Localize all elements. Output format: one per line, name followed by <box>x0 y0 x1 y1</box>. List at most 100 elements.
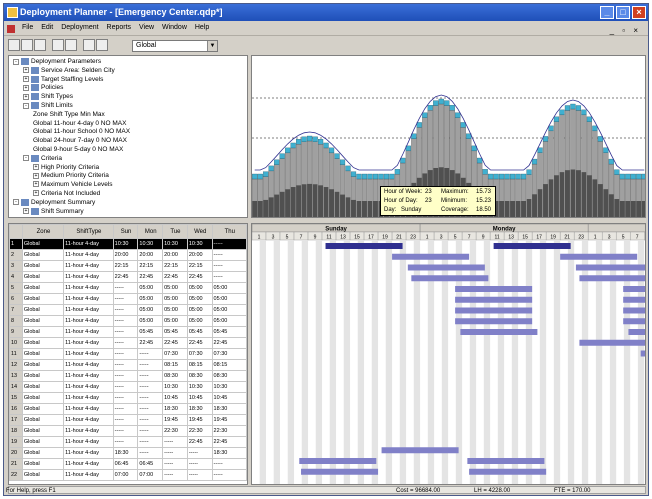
table-cell[interactable]: Global <box>21 447 65 459</box>
expand-toggle-icon[interactable]: + <box>33 163 39 170</box>
chevron-down-icon[interactable]: ▼ <box>207 41 217 51</box>
table-cell[interactable]: Global <box>21 425 65 437</box>
table-cell[interactable]: 14 <box>9 381 23 393</box>
expand-toggle-icon[interactable]: + <box>33 181 39 188</box>
table-cell[interactable]: 12 <box>9 359 23 371</box>
table-cell[interactable]: 05:00 <box>211 315 247 327</box>
table-cell[interactable]: ----- <box>137 348 164 360</box>
table-cell[interactable]: 11-hour 4-day <box>63 315 114 327</box>
table-row[interactable]: 12 Global 11-hour 4-day ----- ----- 08:15 08:1… <box>9 359 247 371</box>
shift-table[interactable]: Zone ShiftType Sun Mon Tue Wed Thu 1 Global 11-h… <box>8 223 248 485</box>
table-cell[interactable]: 20:00 <box>162 249 188 261</box>
table-row[interactable]: 7 Global 11-hour 4-day ----- 05:00 05:00 05:00… <box>9 304 247 316</box>
table-row[interactable]: 5 Global 11-hour 4-day ----- 05:00 05:00 05:00… <box>9 282 247 294</box>
table-cell[interactable]: 08:15 <box>186 359 213 371</box>
shift-bar[interactable] <box>640 350 646 357</box>
table-cell[interactable]: 20:00 <box>186 249 213 261</box>
mdi-controls[interactable]: _ ▫ × <box>607 24 644 37</box>
table-cell[interactable]: 10:30 <box>162 238 188 250</box>
table-cell[interactable]: 08:15 <box>162 359 188 371</box>
table-cell[interactable]: 11-hour 4-day <box>63 337 114 349</box>
table-cell[interactable]: ----- <box>112 392 139 404</box>
table-row[interactable]: 6 Global 11-hour 4-day ----- 05:00 05:00 05:00… <box>9 293 247 305</box>
table-cell[interactable]: ----- <box>162 447 188 459</box>
table-cell[interactable]: 11-hour 4-day <box>63 282 114 294</box>
table-cell[interactable]: 22:15 <box>112 260 139 272</box>
table-cell[interactable]: 7 <box>9 304 23 316</box>
menu-reports[interactable]: Reports <box>104 22 135 33</box>
help-icon[interactable] <box>83 39 95 51</box>
shift-bar[interactable] <box>392 253 470 260</box>
maximize-button[interactable]: □ <box>616 6 630 19</box>
table-cell[interactable]: 11-hour 4-day <box>63 370 114 382</box>
table-cell[interactable]: 22 <box>9 469 23 481</box>
table-cell[interactable]: 20:00 <box>137 249 164 261</box>
table-row[interactable]: 3 Global 11-hour 4-day 22:15 22:15 22:15 22:15… <box>9 260 247 272</box>
table-cell[interactable]: 10 <box>9 337 23 349</box>
table-cell[interactable]: Global <box>21 403 65 415</box>
column-header[interactable]: Tue <box>162 224 188 239</box>
table-row[interactable]: 4 Global 11-hour 4-day 22:45 22:45 22:45 22:45… <box>9 271 247 283</box>
table-cell[interactable]: 22:15 <box>137 260 164 272</box>
table-cell[interactable]: Global <box>21 436 65 448</box>
expand-toggle-icon[interactable]: + <box>33 172 39 179</box>
table-cell[interactable]: ----- <box>162 436 188 448</box>
shift-bar[interactable] <box>381 447 459 454</box>
table-cell[interactable]: 22:45 <box>162 271 188 283</box>
shift-bar[interactable] <box>455 286 533 292</box>
table-cell[interactable]: 05:00 <box>162 304 188 316</box>
tree-item[interactable]: + Policies <box>23 84 63 92</box>
expand-toggle-icon[interactable]: - <box>23 155 29 162</box>
zone-select[interactable]: Global ▼ <box>132 40 218 52</box>
shift-bar[interactable] <box>455 307 533 314</box>
table-row[interactable]: 15 Global 11-hour 4-day ----- ----- 10:45 10:4… <box>9 392 247 404</box>
table-cell[interactable]: Global <box>21 348 65 360</box>
table-cell[interactable]: ----- <box>137 414 164 426</box>
open-icon[interactable] <box>21 39 33 51</box>
table-row[interactable]: 13 Global 11-hour 4-day ----- ----- 08:30 08:3… <box>9 370 247 382</box>
table-cell[interactable]: 22:45 <box>186 337 213 349</box>
shift-bar[interactable] <box>455 318 533 325</box>
table-cell[interactable]: Global <box>21 469 65 481</box>
table-cell[interactable]: 22:15 <box>162 260 188 272</box>
table-cell[interactable]: 11-hour 4-day <box>63 293 114 305</box>
table-row[interactable]: 10 Global 11-hour 4-day ----- 22:45 22:45 22:4… <box>9 337 247 349</box>
table-cell[interactable]: 9 <box>9 326 23 338</box>
table-cell[interactable]: ----- <box>211 238 247 250</box>
expand-toggle-icon[interactable]: - <box>23 102 29 109</box>
table-cell[interactable]: ----- <box>211 458 247 470</box>
table-cell[interactable]: ----- <box>186 447 213 459</box>
table-cell[interactable]: 19 <box>9 436 23 448</box>
table-cell[interactable]: 22:45 <box>137 271 164 283</box>
table-row[interactable]: 19 Global 11-hour 4-day ----- ----- ----- 22:4… <box>9 436 247 448</box>
table-cell[interactable]: 11-hour 4-day <box>63 392 114 404</box>
table-cell[interactable]: 18 <box>9 425 23 437</box>
shift-bar[interactable] <box>623 296 646 303</box>
table-cell[interactable]: 11-hour 4-day <box>63 381 114 393</box>
table-cell[interactable]: 10:30 <box>112 238 139 250</box>
table-cell[interactable]: 22:30 <box>162 425 188 437</box>
table-row[interactable]: 11 Global 11-hour 4-day ----- ----- 07:30 07:3… <box>9 348 247 360</box>
table-cell[interactable]: 05:00 <box>162 293 188 305</box>
table-cell[interactable]: Global <box>21 315 65 327</box>
table-cell[interactable]: 22:45 <box>211 337 247 349</box>
table-cell[interactable]: 4 <box>9 271 23 283</box>
table-cell[interactable]: ----- <box>137 359 164 371</box>
tree-item[interactable]: + High Priority Criteria <box>33 164 99 172</box>
table-cell[interactable]: ----- <box>137 370 164 382</box>
table-cell[interactable]: 05:45 <box>162 326 188 338</box>
table-cell[interactable]: 20:00 <box>112 249 139 261</box>
table-cell[interactable]: 10:30 <box>162 381 188 393</box>
tree-item[interactable]: + Service Area: Selden City <box>23 66 115 75</box>
table-cell[interactable]: ----- <box>137 436 164 448</box>
table-cell[interactable]: 11-hour 4-day <box>63 359 114 371</box>
column-header[interactable] <box>9 224 23 239</box>
table-cell[interactable]: 15 <box>9 392 23 404</box>
table-cell[interactable]: 11-hour 4-day <box>63 348 114 360</box>
table-cell[interactable]: 10:45 <box>211 392 247 404</box>
tree-item[interactable]: Global 9-hour 5-day 0 NO MAX <box>33 146 123 154</box>
table-row[interactable]: 2 Global 11-hour 4-day 20:00 20:00 20:00 20:00… <box>9 249 247 261</box>
table-cell[interactable]: Global <box>21 249 65 261</box>
table-cell[interactable]: 05:00 <box>137 315 164 327</box>
column-header[interactable]: ShiftType <box>63 224 114 239</box>
